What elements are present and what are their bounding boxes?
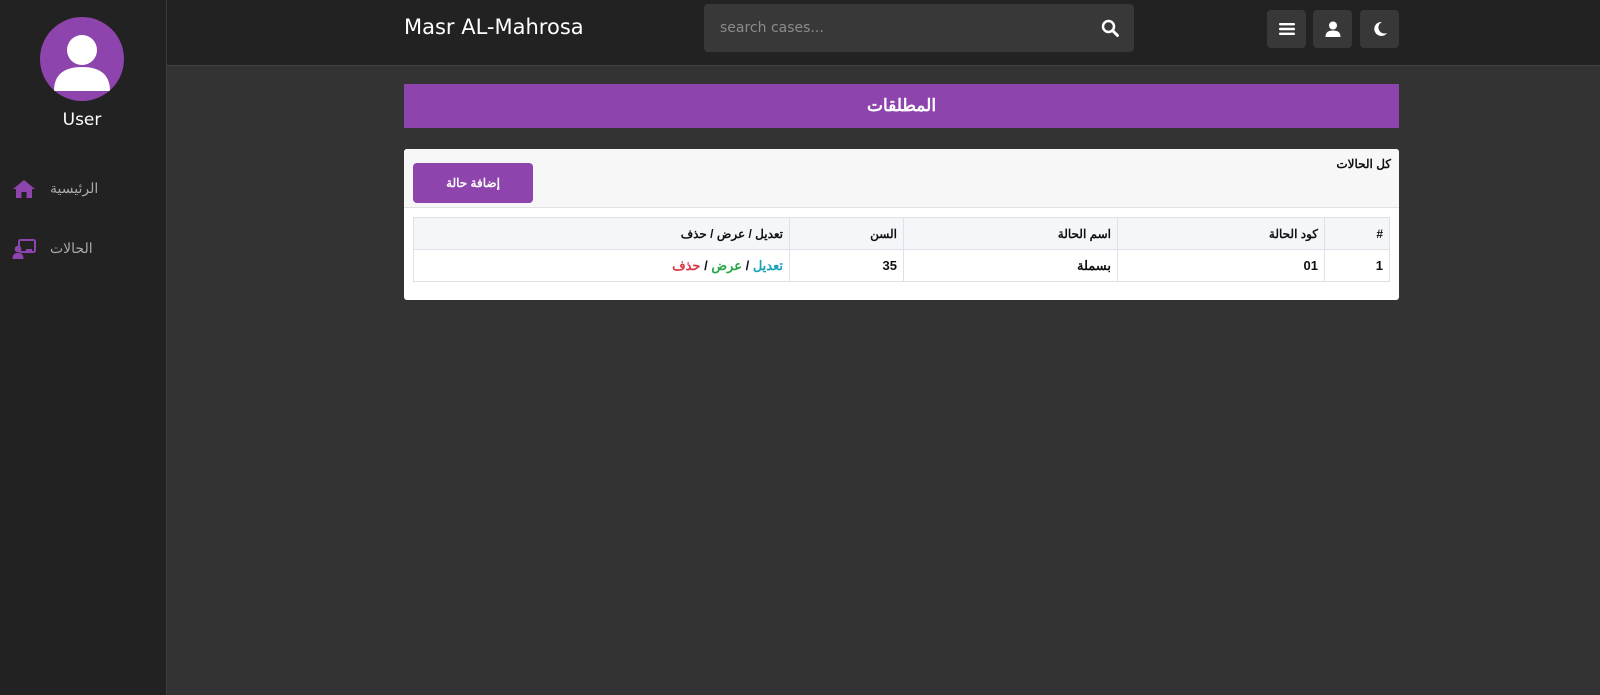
user-name: User	[62, 110, 102, 130]
column-header-actions: تعديل / عرض / حذف	[413, 217, 790, 250]
user-avatar-icon	[54, 35, 110, 91]
cases-card: كل الحالات إضافة حالة # كود الحالة اسم ا…	[404, 149, 1399, 300]
add-case-button[interactable]: إضافة حالة	[413, 163, 533, 203]
menu-icon	[1278, 23, 1295, 35]
moon-icon	[1373, 21, 1387, 36]
table-row: 1 01 بسملة 35 تعديل / عرض / حذف	[413, 249, 1390, 282]
chalkboard-user-icon	[12, 238, 36, 260]
cases-table: # كود الحالة اسم الحالة السن تعديل / عرض…	[413, 217, 1390, 282]
column-header-number: #	[1324, 217, 1390, 250]
brand-title[interactable]: Masr AL-Mahrosa	[404, 15, 584, 39]
column-header-age: السن	[789, 217, 904, 250]
search-button[interactable]	[1094, 12, 1126, 44]
top-navbar: Masr AL-Mahrosa	[167, 0, 1600, 66]
cell-number: 1	[1324, 249, 1390, 282]
view-link[interactable]: عرض	[711, 258, 742, 273]
sidebar: User الرئيسية الحالات	[0, 0, 167, 695]
delete-link[interactable]: حذف	[672, 258, 700, 273]
sidebar-item-cases[interactable]: الحالات	[0, 230, 164, 270]
cell-age: 35	[789, 249, 904, 282]
action-separator: /	[741, 257, 753, 273]
column-header-code: كود الحالة	[1117, 217, 1325, 250]
dark-mode-toggle[interactable]	[1360, 10, 1399, 48]
cell-actions: تعديل / عرض / حذف	[413, 249, 790, 282]
cell-code: 01	[1117, 249, 1325, 282]
search-input[interactable]	[704, 4, 1074, 52]
search-box	[704, 4, 1134, 52]
sidebar-item-label: الحالات	[50, 240, 93, 256]
sidebar-item-label: الرئيسية	[50, 180, 99, 196]
page-title: المطلقات	[404, 84, 1399, 128]
edit-link[interactable]: تعديل	[753, 258, 783, 273]
sidebar-item-home[interactable]: الرئيسية	[0, 170, 164, 210]
search-icon	[1101, 19, 1119, 37]
action-separator: /	[700, 257, 712, 273]
user-button[interactable]	[1313, 10, 1352, 48]
menu-button[interactable]	[1267, 10, 1306, 48]
card-header: كل الحالات إضافة حالة	[404, 149, 1399, 208]
home-icon	[12, 178, 36, 200]
user-icon	[1325, 21, 1340, 37]
cell-name: بسملة	[903, 249, 1118, 282]
column-header-name: اسم الحالة	[903, 217, 1118, 250]
avatar[interactable]	[40, 17, 124, 101]
card-title: كل الحالات	[1336, 157, 1391, 171]
table-header-row: # كود الحالة اسم الحالة السن تعديل / عرض…	[413, 217, 1390, 250]
